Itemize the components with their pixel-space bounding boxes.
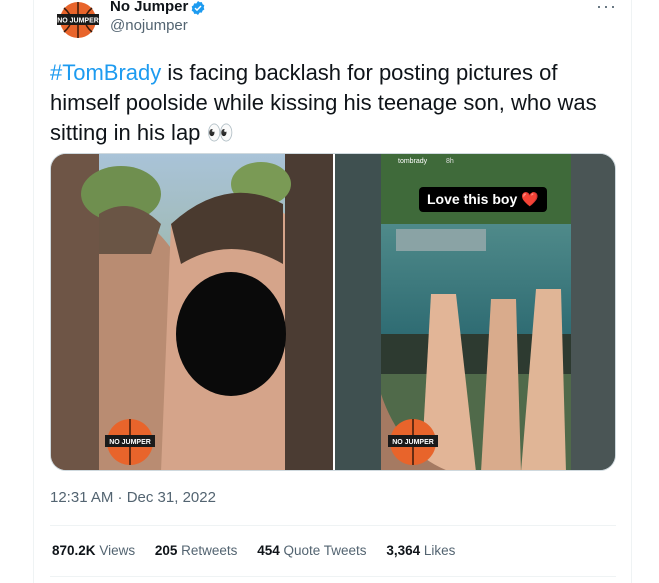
retweets-label: Retweets: [181, 543, 238, 558]
story-username: tombrady: [398, 158, 428, 165]
eyes-emoji-icon: 👀: [206, 120, 234, 145]
author-handle[interactable]: @nojumper: [110, 17, 188, 34]
watermark-left-text: NO JUMPER: [109, 439, 151, 446]
stat-views[interactable]: 870.2K Views: [52, 543, 135, 558]
stat-retweets[interactable]: 205 Retweets: [155, 543, 238, 558]
divider-bottom: [50, 576, 616, 577]
author-avatar[interactable]: NO JUMPER: [55, 0, 101, 40]
quote-tweets-count: 454: [257, 543, 280, 558]
avatar-logo-text: NO JUMPER: [57, 18, 99, 25]
author-name[interactable]: No Jumper: [110, 0, 188, 15]
more-options-icon[interactable]: ···: [596, 0, 617, 17]
heart-icon: ❤️: [521, 191, 539, 207]
quote-tweets-label: Quote Tweets: [283, 543, 367, 558]
stat-quote-tweets[interactable]: 454 Quote Tweets: [257, 543, 366, 558]
story-caption-text: Love this boy: [427, 191, 518, 207]
tweet-timestamp[interactable]: 12:31 AM · Dec 31, 2022: [50, 489, 216, 506]
stat-likes[interactable]: 3,364 Likes: [386, 543, 455, 558]
photo-left[interactable]: [51, 154, 333, 471]
tweet-text: #TomBrady is facing backlash for posting…: [50, 58, 610, 148]
story-caption: Love this boy ❤️: [419, 187, 547, 212]
verified-badge-icon: [191, 1, 205, 15]
retweets-count: 205: [154, 543, 178, 558]
story-time: 8h: [446, 158, 454, 165]
views-count: 870.2K: [52, 543, 96, 558]
likes-label: Likes: [423, 543, 456, 558]
views-label: Views: [99, 543, 136, 558]
divider-top: [50, 525, 616, 526]
tweet-stats: 870.2K Views 205 Retweets 454 Quote Twee…: [52, 543, 471, 558]
hashtag-link[interactable]: #TomBrady: [50, 60, 161, 85]
watermark-right-text: NO JUMPER: [392, 439, 434, 446]
likes-count: 3,364: [386, 543, 421, 558]
